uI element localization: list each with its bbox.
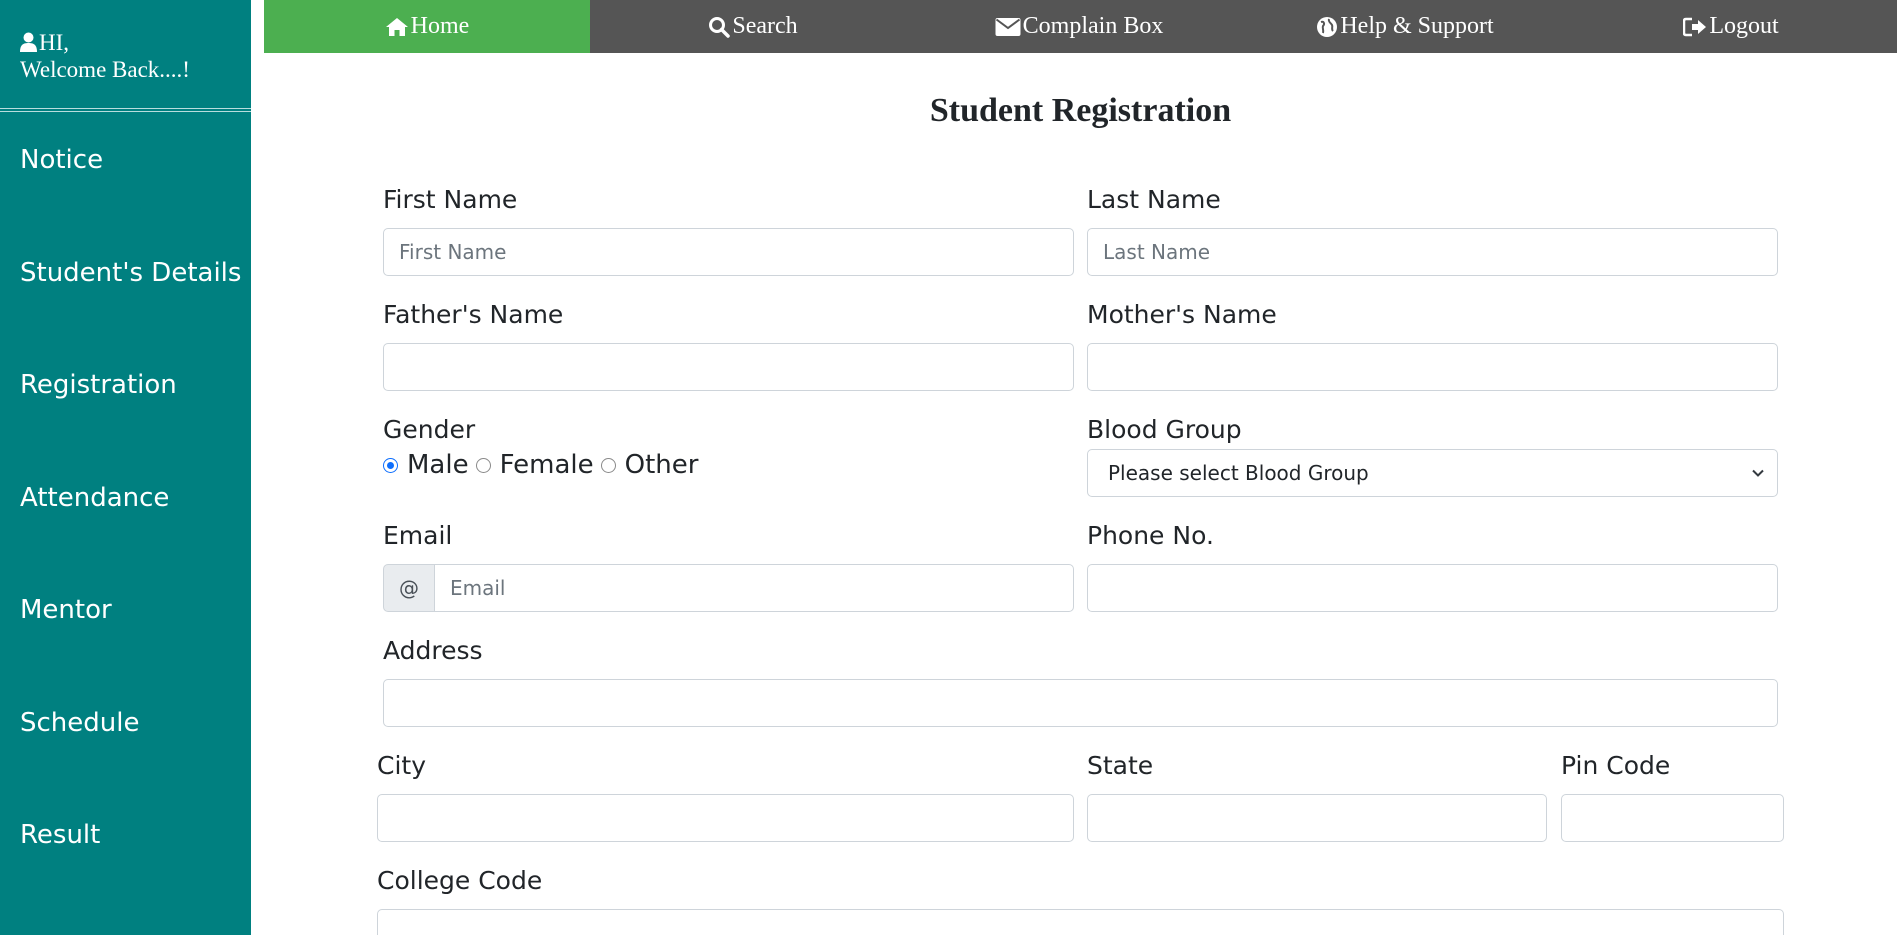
state-label: State — [1087, 751, 1154, 780]
sidebar: HI, Welcome Back....! Notice Student's D… — [0, 0, 251, 935]
envelope-icon — [995, 17, 1021, 36]
page-title: Student Registration — [929, 92, 1232, 129]
nav-search-label: Search — [732, 13, 798, 39]
college-code-input[interactable] — [377, 909, 1784, 935]
sidebar-item-notice[interactable]: Notice — [20, 145, 103, 175]
sidebar-divider — [0, 108, 251, 112]
sidebar-item-attendance[interactable]: Attendance — [20, 483, 169, 513]
greeting-line1: HI, — [39, 30, 70, 55]
gender-male-label: Male — [407, 450, 469, 480]
city-label: City — [377, 751, 426, 780]
home-icon — [385, 17, 408, 36]
logout-icon — [1683, 17, 1707, 36]
mother-name-label: Mother's Name — [1087, 300, 1277, 329]
city-input[interactable] — [377, 794, 1074, 842]
sidebar-item-students-details[interactable]: Student's Details — [20, 258, 241, 288]
gender-radio-group: Male Female Other — [383, 450, 705, 480]
gender-label: Gender — [383, 415, 476, 444]
first-name-label: First Name — [383, 185, 518, 214]
welcome-greeting: HI, Welcome Back....! — [20, 30, 190, 82]
chevron-down-icon — [1752, 469, 1764, 477]
user-icon — [20, 32, 37, 57]
top-navbar: Home Search Complain Box Help & Support … — [264, 0, 1897, 53]
search-icon — [709, 16, 731, 38]
first-name-input[interactable] — [383, 228, 1074, 276]
greeting-line2: Welcome Back....! — [20, 57, 190, 82]
nav-home[interactable]: Home — [264, 0, 590, 53]
gender-other-label: Other — [624, 450, 699, 480]
father-name-input[interactable] — [383, 343, 1074, 391]
pin-code-label: Pin Code — [1561, 751, 1671, 780]
blood-group-select[interactable]: Please select Blood Group — [1087, 449, 1778, 497]
globe-icon — [1317, 16, 1338, 37]
phone-label: Phone No. — [1087, 521, 1214, 550]
gender-radio-male[interactable] — [383, 457, 398, 473]
mother-name-input[interactable] — [1087, 343, 1778, 391]
gender-radio-other[interactable] — [600, 457, 616, 473]
address-label: Address — [383, 636, 483, 665]
blood-group-selected: Please select Blood Group — [1108, 461, 1369, 485]
sidebar-item-result[interactable]: Result — [20, 820, 100, 850]
gender-female-label: Female — [499, 450, 594, 480]
last-name-label: Last Name — [1087, 185, 1221, 214]
email-input[interactable] — [434, 564, 1074, 612]
phone-input[interactable] — [1087, 564, 1778, 612]
nav-search[interactable]: Search — [590, 0, 916, 53]
nav-help-support-label: Help & Support — [1340, 13, 1494, 39]
nav-logout[interactable]: Logout — [1568, 0, 1894, 53]
sidebar-item-registration[interactable]: Registration — [20, 370, 177, 400]
nav-complain-box[interactable]: Complain Box — [916, 0, 1242, 53]
last-name-input[interactable] — [1087, 228, 1778, 276]
email-at-prefix: @ — [383, 564, 435, 612]
nav-logout-label: Logout — [1709, 13, 1779, 39]
gender-radio-female[interactable] — [475, 457, 491, 473]
sidebar-item-schedule[interactable]: Schedule — [20, 708, 139, 738]
blood-group-label: Blood Group — [1087, 415, 1242, 444]
email-label: Email — [383, 521, 453, 550]
pin-code-input[interactable] — [1561, 794, 1784, 842]
sidebar-item-mentor[interactable]: Mentor — [20, 595, 112, 625]
state-input[interactable] — [1087, 794, 1547, 842]
college-code-label: College Code — [377, 866, 543, 895]
nav-complain-box-label: Complain Box — [1022, 13, 1164, 39]
father-name-label: Father's Name — [383, 300, 564, 329]
nav-help-support[interactable]: Help & Support — [1242, 0, 1568, 53]
address-input[interactable] — [383, 679, 1778, 727]
nav-home-label: Home — [410, 13, 470, 39]
